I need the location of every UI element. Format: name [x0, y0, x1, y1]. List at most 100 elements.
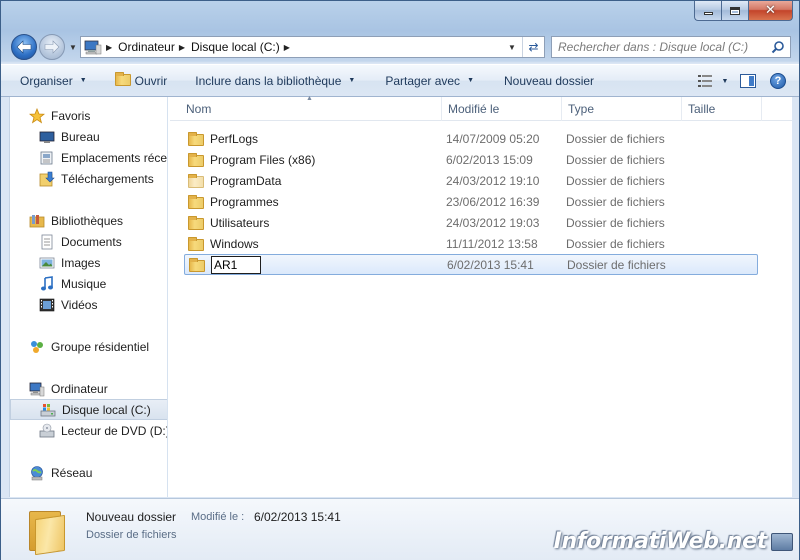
- close-button[interactable]: ✕: [748, 1, 793, 21]
- libraries-icon: [29, 213, 45, 229]
- sidebar-label: Documents: [61, 234, 122, 249]
- address-separator[interactable]: ▶: [179, 43, 185, 52]
- maximize-icon: [730, 6, 740, 15]
- sidebar-item-computer[interactable]: Ordinateur: [10, 378, 167, 399]
- sidebar-item-network[interactable]: Réseau: [10, 462, 167, 483]
- column-header-modified[interactable]: Modifié le: [442, 97, 562, 121]
- preview-pane-button[interactable]: [733, 70, 763, 92]
- organize-menu[interactable]: Organiser ▼: [13, 69, 94, 93]
- minimize-button[interactable]: [694, 1, 721, 21]
- file-type: Dossier de fichiers: [566, 152, 665, 167]
- organize-label: Organiser: [20, 73, 73, 88]
- music-icon: [39, 275, 55, 292]
- folder-icon: [27, 507, 67, 556]
- sidebar-item-libraries[interactable]: Bibliothèques: [10, 210, 167, 231]
- table-row[interactable]: Program Files (x86) 6/02/2013 15:09 Doss…: [184, 149, 758, 170]
- chevron-down-icon: ▼: [508, 42, 516, 52]
- sidebar-label: Favoris: [51, 108, 91, 123]
- desktop-icon: [39, 129, 55, 145]
- search-box[interactable]: [551, 36, 791, 58]
- watermark: InformatiWeb.net: [554, 529, 793, 554]
- column-header-type[interactable]: Type: [562, 97, 682, 121]
- include-library-menu[interactable]: Inclure dans la bibliothèque ▼: [188, 69, 362, 93]
- share-with-menu[interactable]: Partager avec ▼: [378, 69, 481, 93]
- watermark-text: InformatiWeb.net: [553, 529, 768, 554]
- file-modified: 6/02/2013 15:09: [446, 152, 533, 167]
- table-row[interactable]: PerfLogs 14/07/2009 05:20 Dossier de fic…: [184, 128, 758, 149]
- file-name: Utilisateurs: [210, 215, 270, 230]
- help-button[interactable]: ?: [763, 70, 793, 92]
- sidebar-label: Bureau: [61, 129, 100, 144]
- recent-places-icon: [39, 150, 55, 166]
- rename-input[interactable]: AR1: [211, 255, 261, 274]
- file-modified: 11/11/2012 13:58: [446, 236, 538, 251]
- back-button[interactable]: [11, 34, 37, 60]
- search-icon[interactable]: [771, 40, 785, 54]
- minimize-icon: [703, 12, 713, 15]
- sidebar-item-recent-places[interactable]: Emplacements récents: [10, 147, 167, 168]
- column-header-label: Taille: [688, 102, 716, 116]
- sidebar-item-documents[interactable]: Documents: [10, 231, 167, 252]
- folder-icon: [188, 194, 204, 209]
- documents-icon: [39, 234, 55, 250]
- table-row[interactable]: Utilisateurs 24/03/2012 19:03 Dossier de…: [184, 212, 758, 233]
- new-folder-label: Nouveau dossier: [504, 73, 595, 88]
- forward-button[interactable]: [39, 34, 65, 60]
- recent-pages-button[interactable]: ▼: [67, 40, 79, 54]
- sidebar-item-homegroup[interactable]: Groupe résidentiel: [10, 336, 167, 357]
- videos-icon: [39, 297, 55, 313]
- details-name: Nouveau dossier: [86, 510, 177, 524]
- column-header-label: Nom: [186, 102, 212, 116]
- address-history-button[interactable]: ▼: [504, 37, 520, 57]
- table-row[interactable]: Windows 11/11/2012 13:58 Dossier de fich…: [184, 233, 758, 254]
- details-type: Dossier de fichiers: [86, 529, 177, 541]
- sidebar-item-downloads[interactable]: Téléchargements: [10, 168, 167, 189]
- sidebar-label: Groupe résidentiel: [51, 339, 150, 354]
- sidebar-label: Téléchargements: [61, 171, 154, 186]
- search-input[interactable]: [558, 40, 758, 54]
- explorer-window: ✕ ▼ ▶ Ordinateur ▶ Disque local (C:) ▶ ▼…: [0, 0, 800, 560]
- address-separator[interactable]: ▶: [284, 43, 290, 52]
- sidebar-item-videos[interactable]: Vidéos: [10, 294, 167, 315]
- table-row[interactable]: ProgramData 24/03/2012 19:10 Dossier de …: [184, 170, 758, 191]
- file-modified: 24/03/2012 19:03: [446, 215, 540, 230]
- computer-icon: [84, 39, 102, 55]
- address-separator[interactable]: ▶: [106, 43, 112, 52]
- address-bar[interactable]: ▶ Ordinateur ▶ Disque local (C:) ▶ ▼ ⇄: [80, 36, 545, 58]
- forward-arrow-icon: [44, 40, 60, 54]
- maximize-button[interactable]: [721, 1, 748, 21]
- folder-icon: [189, 257, 205, 272]
- sidebar-item-images[interactable]: Images: [10, 252, 167, 273]
- breadcrumb-computer[interactable]: Ordinateur: [118, 40, 175, 54]
- sidebar-item-desktop[interactable]: Bureau: [10, 126, 167, 147]
- homegroup-icon: [29, 339, 45, 355]
- sidebar-item-favorites[interactable]: Favoris: [10, 105, 167, 126]
- file-type: Dossier de fichiers: [566, 236, 665, 251]
- downloads-icon: [39, 171, 55, 187]
- sidebar-item-music[interactable]: Musique: [10, 273, 167, 294]
- column-header-name[interactable]: Nom: [180, 97, 442, 121]
- chevron-down-icon: ▼: [69, 42, 77, 52]
- breadcrumb-local-disk[interactable]: Disque local (C:): [191, 40, 280, 54]
- refresh-icon: ⇄: [528, 40, 539, 54]
- folder-icon: [188, 215, 204, 230]
- column-headers: ▲ Nom Modifié le Type Taille: [170, 95, 792, 121]
- sidebar-label: Bibliothèques: [51, 213, 124, 228]
- table-row-selected[interactable]: AR1 6/02/2013 15:41 Dossier de fichiers: [184, 254, 758, 275]
- dvd-drive-icon: [39, 423, 55, 439]
- sidebar-item-local-disk[interactable]: Disque local (C:): [10, 399, 167, 420]
- new-folder-button[interactable]: Nouveau dossier: [497, 69, 601, 93]
- back-arrow-icon: [16, 40, 32, 54]
- sidebar-item-dvd-drive[interactable]: Lecteur de DVD (D:): [10, 420, 167, 441]
- open-button[interactable]: Ouvrir: [108, 69, 175, 93]
- column-header-size[interactable]: Taille: [682, 97, 762, 121]
- refresh-button[interactable]: ⇄: [522, 37, 544, 57]
- help-icon: ?: [770, 73, 786, 89]
- file-type: Dossier de fichiers: [566, 131, 665, 146]
- column-header-label: Type: [568, 102, 595, 116]
- change-view-button[interactable]: ▼: [693, 70, 733, 92]
- table-row[interactable]: Programmes 23/06/2012 16:39 Dossier de f…: [184, 191, 758, 212]
- file-name: Program Files (x86): [210, 152, 316, 167]
- computer-icon: [29, 381, 45, 397]
- file-modified: 14/07/2009 05:20: [446, 131, 540, 146]
